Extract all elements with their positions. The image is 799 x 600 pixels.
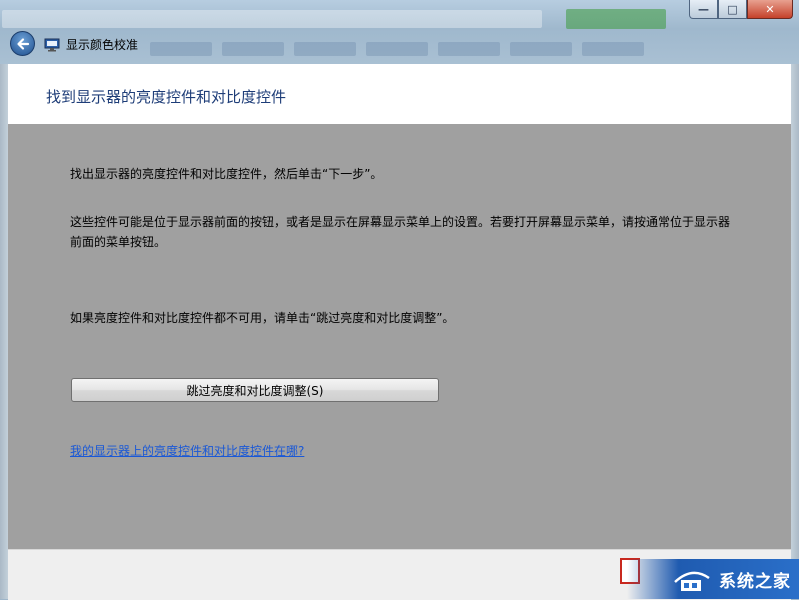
close-button[interactable]: ✕ xyxy=(747,0,793,19)
background-bookmark xyxy=(366,42,428,56)
maximize-icon: □ xyxy=(727,2,738,16)
window-frame-left xyxy=(0,64,8,599)
close-icon: ✕ xyxy=(765,2,775,16)
window-frame-right xyxy=(791,64,799,599)
title-area: 显示颜色校准 xyxy=(44,36,138,53)
background-address-bar xyxy=(2,10,542,28)
minimize-icon: — xyxy=(698,2,709,16)
background-bookmark xyxy=(582,42,644,56)
window-title: 显示颜色校准 xyxy=(66,38,139,52)
header-band: 找到显示器的亮度控件和对比度控件 xyxy=(8,64,791,125)
instruction-text: 找出显示器的亮度控件和对比度控件，然后单击“下一步”。 xyxy=(70,167,383,181)
background-bookmarks-bar xyxy=(150,42,670,58)
background-bookmark xyxy=(438,42,500,56)
background-bookmark xyxy=(294,42,356,56)
page-title: 找到显示器的亮度控件和对比度控件 xyxy=(46,88,287,106)
caption-buttons: — □ ✕ xyxy=(689,0,793,19)
background-bookmark xyxy=(222,42,284,56)
background-bookmark xyxy=(510,42,572,56)
help-link[interactable]: 我的显示器上的亮度控件和对比度控件在哪? xyxy=(70,442,304,459)
skip-instruction-text: 如果亮度控件和对比度控件都不可用，请单击“跳过亮度和对比度调整”。 xyxy=(70,311,455,325)
watermark-text: 系统之家 xyxy=(719,571,791,592)
skip-adjustment-button[interactable]: 跳过亮度和对比度调整(S) xyxy=(71,378,439,402)
controls-description-text: 这些控件可能是位于显示器前面的按钮，或者是显示在屏幕显示菜单上的设置。若要打开屏… xyxy=(70,215,731,249)
maximize-button[interactable]: □ xyxy=(718,0,747,19)
background-bookmark xyxy=(150,42,212,56)
monitor-icon xyxy=(44,38,60,51)
back-arrow-icon xyxy=(16,37,29,50)
watermark: 系统之家 xyxy=(627,559,799,599)
back-button[interactable] xyxy=(10,31,35,56)
content-area: 找出显示器的亮度控件和对比度控件，然后单击“下一步”。 这些控件可能是位于显示器… xyxy=(8,124,791,549)
background-green-button xyxy=(566,9,666,29)
watermark-logo-icon xyxy=(674,571,710,591)
minimize-button[interactable]: — xyxy=(689,0,718,19)
